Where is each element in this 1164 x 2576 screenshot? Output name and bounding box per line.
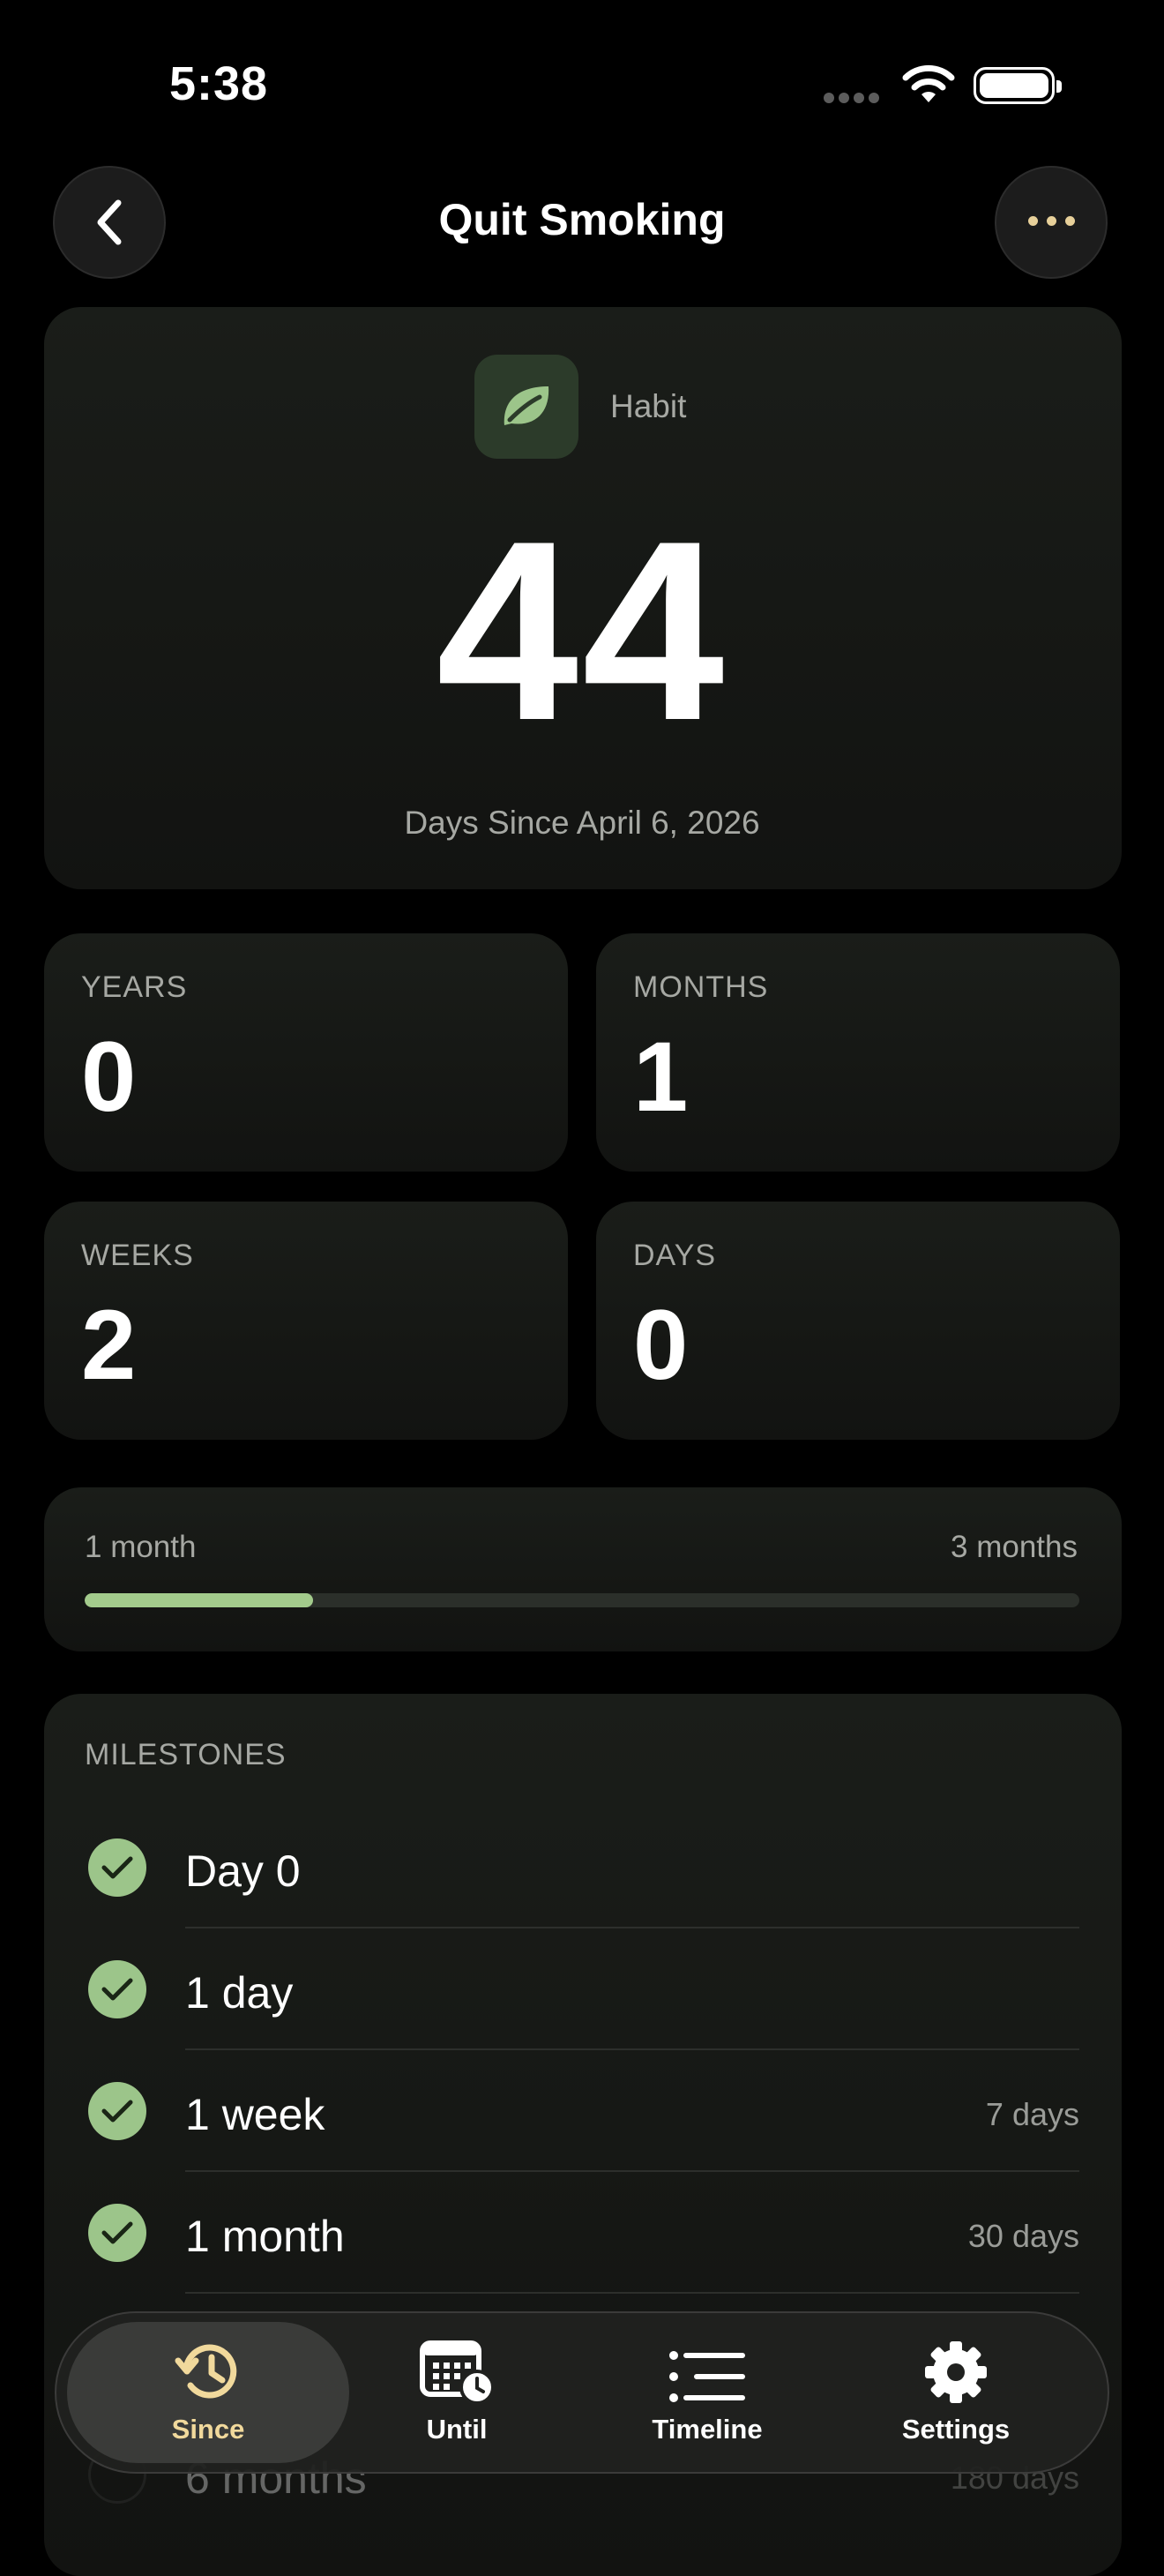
clock-history-icon [175, 2344, 237, 2399]
calendar-clock-icon [420, 2340, 495, 2405]
since-date-label: Days Since April 6, 2026 [404, 805, 760, 841]
stat-label: WEEKS [81, 1239, 194, 1272]
progress-bar [85, 1593, 1079, 1607]
wifi-icon [902, 64, 955, 102]
battery-icon [974, 67, 1062, 104]
stat-value: 1 [633, 1022, 689, 1132]
checkmark-icon [88, 1838, 146, 1897]
tab-since[interactable]: Since [85, 2338, 332, 2445]
stat-label: DAYS [633, 1239, 717, 1272]
checkmark-icon [88, 1960, 146, 2018]
tab-label: Timeline [652, 2414, 763, 2445]
progress-end-label: 3 months [951, 1530, 1078, 1564]
stat-label: MONTHS [633, 970, 769, 1004]
milestone-row[interactable]: 1 week 7 days [85, 2050, 1079, 2172]
ellipsis-icon [1024, 214, 1079, 230]
category-label: Habit [610, 388, 687, 424]
milestone-name: 1 week [185, 2090, 325, 2139]
checkmark-icon [88, 2082, 146, 2140]
divider [185, 2292, 1079, 2294]
stat-card-months: MONTHS 1 [596, 933, 1120, 1172]
page-title: Quit Smoking [438, 195, 726, 244]
milestone-name: Day 0 [185, 1846, 301, 1896]
milestone-days: 7 days [985, 2096, 1079, 2132]
gear-icon [925, 2341, 987, 2403]
checkmark-icon [88, 2204, 146, 2262]
milestone-progress-card [44, 1487, 1122, 1651]
tab-settings[interactable]: Settings [832, 2338, 1079, 2445]
stat-value: 2 [81, 1290, 137, 1400]
cellular-signal-icon [824, 92, 884, 108]
tab-label: Since [171, 2414, 245, 2445]
stat-card-weeks: WEEKS 2 [44, 1202, 568, 1440]
tab-until[interactable]: Until [333, 2338, 580, 2445]
leaf-icon [474, 355, 578, 459]
status-time: 5:38 [169, 57, 269, 110]
tab-label: Until [426, 2414, 488, 2445]
tab-label: Settings [901, 2414, 1011, 2445]
list-icon [669, 2351, 745, 2402]
stat-label: YEARS [81, 970, 188, 1004]
days-count: 44 [436, 488, 728, 774]
more-button[interactable] [995, 166, 1108, 279]
milestone-days: 30 days [967, 2218, 1079, 2254]
milestone-row[interactable]: 1 month 30 days [85, 2172, 1079, 2294]
stat-value: 0 [633, 1290, 689, 1400]
milestone-name: 1 month [185, 2212, 345, 2261]
progress-start-label: 1 month [85, 1530, 197, 1564]
tab-timeline[interactable]: Timeline [584, 2338, 831, 2445]
stat-card-days: DAYS 0 [596, 1202, 1120, 1440]
stat-card-years: YEARS 0 [44, 933, 568, 1172]
milestone-row[interactable]: 1 day [85, 1928, 1079, 2050]
progress-fill [85, 1593, 314, 1607]
stat-value: 0 [81, 1022, 137, 1132]
milestone-row[interactable]: Day 0 [85, 1807, 1079, 1928]
milestone-name: 1 day [185, 1968, 294, 2018]
milestones-title: MILESTONES [85, 1738, 287, 1771]
